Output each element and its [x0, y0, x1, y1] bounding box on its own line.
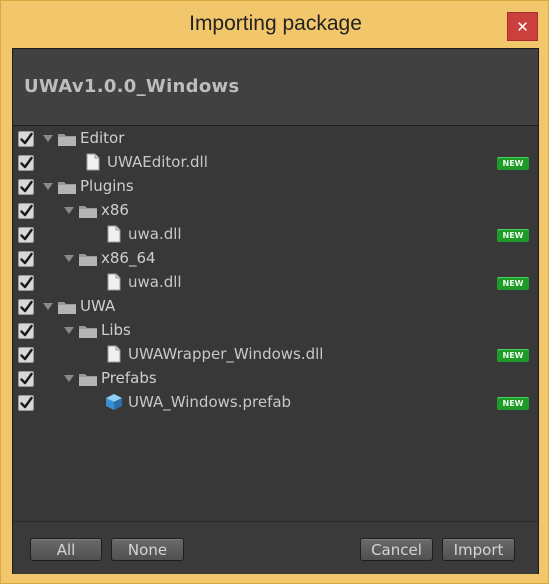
title-bar[interactable]: Importing package ✕: [1, 1, 549, 48]
checkmark-icon: [20, 132, 33, 145]
checkmark-icon: [20, 396, 33, 409]
tree-item-label: Libs: [101, 321, 131, 339]
folder-icon: [78, 372, 98, 387]
folder-icon: [78, 204, 98, 219]
package-header: UWAv1.0.0_Windows: [13, 49, 538, 126]
include-checkbox[interactable]: [18, 395, 34, 411]
include-checkbox[interactable]: [18, 155, 34, 171]
tree-item-label: Prefabs: [101, 369, 157, 387]
expand-arrow-icon[interactable]: [43, 183, 53, 190]
all-button[interactable]: All: [30, 538, 102, 561]
file-icon: [86, 153, 100, 171]
expand-arrow-icon[interactable]: [43, 303, 53, 310]
checkmark-icon: [20, 228, 33, 241]
button-bar: All None Cancel Import: [13, 521, 538, 574]
include-checkbox[interactable]: [18, 131, 34, 147]
expand-arrow-icon[interactable]: [43, 135, 53, 142]
folder-icon: [78, 324, 98, 339]
tree-item-label: Plugins: [80, 177, 134, 195]
include-checkbox[interactable]: [18, 179, 34, 195]
package-name: UWAv1.0.0_Windows: [24, 76, 240, 97]
tree-item-label: UWAWrapper_Windows.dll: [128, 345, 324, 363]
window-title: Importing package: [189, 12, 362, 35]
expand-arrow-icon[interactable]: [64, 327, 74, 334]
close-icon: ✕: [516, 17, 529, 36]
checkmark-icon: [20, 348, 33, 361]
tree-row[interactable]: UWA: [13, 295, 538, 319]
checkmark-icon: [20, 156, 33, 169]
tree-row[interactable]: x86: [13, 199, 538, 223]
checkmark-icon: [20, 180, 33, 193]
checkmark-icon: [20, 372, 33, 385]
checkmark-icon: [20, 276, 33, 289]
tree-item-label: x86: [101, 201, 129, 219]
close-button[interactable]: ✕: [507, 12, 538, 41]
file-icon: [107, 273, 121, 291]
include-checkbox[interactable]: [18, 227, 34, 243]
expand-arrow-icon[interactable]: [64, 207, 74, 214]
folder-icon: [57, 180, 77, 195]
tree-row[interactable]: x86_64: [13, 247, 538, 271]
tree-item-label: UWA_Windows.prefab: [128, 393, 292, 411]
asset-tree: Editor UWAEditor.dll NEW Plugins x86 uwa.dll N…: [13, 126, 538, 521]
new-badge: NEW: [497, 157, 529, 170]
import-button[interactable]: Import: [442, 538, 515, 561]
new-badge: NEW: [497, 349, 529, 362]
folder-icon: [57, 300, 77, 315]
tree-row[interactable]: Editor: [13, 127, 538, 151]
checkmark-icon: [20, 324, 33, 337]
tree-item-label: Editor: [80, 129, 125, 147]
include-checkbox[interactable]: [18, 323, 34, 339]
tree-item-label: x86_64: [101, 249, 156, 267]
folder-icon: [78, 252, 98, 267]
tree-row[interactable]: Plugins: [13, 175, 538, 199]
tree-row[interactable]: Prefabs: [13, 367, 538, 391]
checkmark-icon: [20, 204, 33, 217]
tree-item-label: UWAEditor.dll: [107, 153, 208, 171]
prefab-icon: [105, 393, 123, 411]
tree-row[interactable]: uwa.dll NEW: [13, 271, 538, 295]
checkmark-icon: [20, 252, 33, 265]
include-checkbox[interactable]: [18, 347, 34, 363]
cancel-button[interactable]: Cancel: [360, 538, 433, 561]
tree-row[interactable]: UWAWrapper_Windows.dll NEW: [13, 343, 538, 367]
include-checkbox[interactable]: [18, 275, 34, 291]
new-badge: NEW: [497, 277, 529, 290]
folder-icon: [57, 132, 77, 147]
file-icon: [107, 345, 121, 363]
tree-item-label: UWA: [80, 297, 116, 315]
tree-item-label: uwa.dll: [128, 225, 182, 243]
checkmark-icon: [20, 300, 33, 313]
tree-item-label: uwa.dll: [128, 273, 182, 291]
tree-row[interactable]: Libs: [13, 319, 538, 343]
tree-row[interactable]: UWA_Windows.prefab NEW: [13, 391, 538, 415]
include-checkbox[interactable]: [18, 203, 34, 219]
tree-row[interactable]: uwa.dll NEW: [13, 223, 538, 247]
tree-row[interactable]: UWAEditor.dll NEW: [13, 151, 538, 175]
import-package-window: Importing package ✕ UWAv1.0.0_Windows Ed…: [0, 0, 549, 584]
expand-arrow-icon[interactable]: [64, 375, 74, 382]
dialog-body: UWAv1.0.0_Windows Editor UWAEditor.dll NEW…: [12, 48, 539, 574]
new-badge: NEW: [497, 397, 529, 410]
none-button[interactable]: None: [111, 538, 184, 561]
include-checkbox[interactable]: [18, 299, 34, 315]
expand-arrow-icon[interactable]: [64, 255, 74, 262]
include-checkbox[interactable]: [18, 251, 34, 267]
new-badge: NEW: [497, 229, 529, 242]
include-checkbox[interactable]: [18, 371, 34, 387]
file-icon: [107, 225, 121, 243]
